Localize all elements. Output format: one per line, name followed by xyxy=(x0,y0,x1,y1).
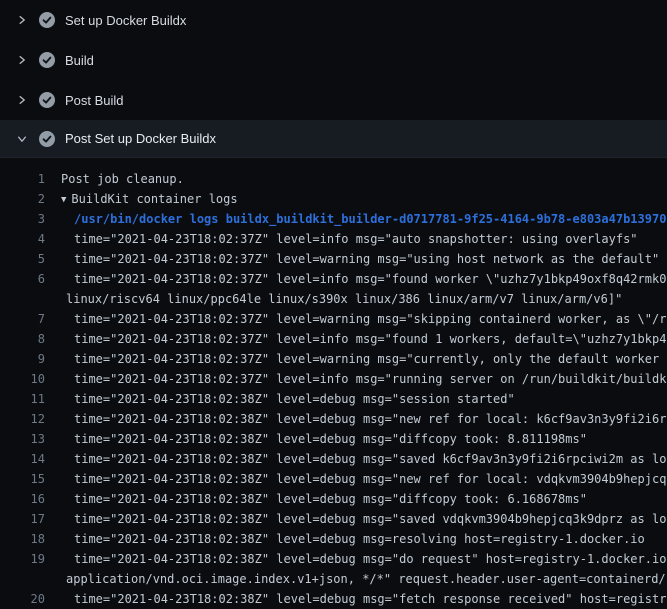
check-circle-icon xyxy=(38,11,56,29)
log-line-text: time="2021-04-23T18:02:37Z" level=info m… xyxy=(45,369,667,389)
log-line: 1 Post job cleanup. xyxy=(0,169,667,189)
line-number[interactable]: 11 xyxy=(0,389,45,409)
chevron-down-icon xyxy=(14,131,30,147)
log-line: 20 time="2021-04-23T18:02:38Z" level=deb… xyxy=(0,589,667,609)
log-line: 7 time="2021-04-23T18:02:37Z" level=warn… xyxy=(0,309,667,329)
log-line-text: /usr/bin/docker logs buildx_buildkit_bui… xyxy=(45,209,666,229)
line-number[interactable]: 2 xyxy=(0,189,45,209)
log-lines: 1 Post job cleanup. 2 ▼BuildKit containe… xyxy=(0,158,667,609)
log-line-text: time="2021-04-23T18:02:37Z" level=warnin… xyxy=(45,249,659,269)
check-circle-icon xyxy=(38,130,56,148)
line-number[interactable]: 16 xyxy=(0,489,45,509)
line-number[interactable]: 8 xyxy=(0,329,45,349)
log-line: 4 time="2021-04-23T18:02:37Z" level=info… xyxy=(0,229,667,249)
log-line-text: time="2021-04-23T18:02:37Z" level=info m… xyxy=(45,229,638,249)
step-label: Post Build xyxy=(65,94,124,107)
log-line-text: linux/riscv64 linux/ppc64le linux/s390x … xyxy=(45,289,622,309)
step-label: Set up Docker Buildx xyxy=(65,14,186,27)
log-line-text: time="2021-04-23T18:02:37Z" level=warnin… xyxy=(45,309,667,329)
log-line: 3 /usr/bin/docker logs buildx_buildkit_b… xyxy=(0,209,667,229)
line-number[interactable]: 5 xyxy=(0,249,45,269)
line-number[interactable]: 14 xyxy=(0,449,45,469)
log-line: 8 time="2021-04-23T18:02:37Z" level=info… xyxy=(0,329,667,349)
line-number[interactable]: 6 xyxy=(0,269,45,289)
line-number[interactable]: 7 xyxy=(0,309,45,329)
log-line: application/vnd.oci.image.index.v1+json,… xyxy=(0,569,667,589)
chevron-right-icon xyxy=(14,52,30,68)
log-line: 11 time="2021-04-23T18:02:38Z" level=deb… xyxy=(0,389,667,409)
log-line: 19 time="2021-04-23T18:02:38Z" level=deb… xyxy=(0,549,667,569)
log-line-text: time="2021-04-23T18:02:38Z" level=debug … xyxy=(45,469,667,489)
log-line-text: time="2021-04-23T18:02:38Z" level=debug … xyxy=(45,549,667,569)
line-number[interactable] xyxy=(0,569,45,589)
line-number[interactable]: 15 xyxy=(0,469,45,489)
log-line: 9 time="2021-04-23T18:02:37Z" level=warn… xyxy=(0,349,667,369)
check-circle-icon xyxy=(38,91,56,109)
step-header-post-build[interactable]: Post Build xyxy=(0,80,667,120)
log-line: 6 time="2021-04-23T18:02:37Z" level=info… xyxy=(0,269,667,289)
log-line-text: time="2021-04-23T18:02:37Z" level=warnin… xyxy=(45,349,667,369)
line-number[interactable]: 18 xyxy=(0,529,45,549)
line-number[interactable]: 12 xyxy=(0,409,45,429)
log-line-text: time="2021-04-23T18:02:37Z" level=info m… xyxy=(45,329,667,349)
log-line-text: time="2021-04-23T18:02:38Z" level=debug … xyxy=(45,489,587,509)
step-header-build[interactable]: Build xyxy=(0,40,667,80)
step-label: Post Set up Docker Buildx xyxy=(65,132,216,145)
log-line-text: time="2021-04-23T18:02:37Z" level=info m… xyxy=(45,269,667,289)
line-number[interactable]: 13 xyxy=(0,429,45,449)
chevron-right-icon xyxy=(14,12,30,28)
log-line-text: application/vnd.oci.image.index.v1+json,… xyxy=(45,569,667,589)
log-line: 5 time="2021-04-23T18:02:37Z" level=warn… xyxy=(0,249,667,269)
log-line-text: time="2021-04-23T18:02:38Z" level=debug … xyxy=(45,589,667,609)
check-circle-icon xyxy=(38,51,56,69)
log-line-text: time="2021-04-23T18:02:38Z" level=debug … xyxy=(45,509,667,529)
group-collapse-marker-icon: ▼ xyxy=(61,190,66,209)
step-header-post-set-up-docker-buildx[interactable]: Post Set up Docker Buildx xyxy=(0,120,667,158)
line-number[interactable]: 20 xyxy=(0,589,45,609)
log-line: 10 time="2021-04-23T18:02:37Z" level=inf… xyxy=(0,369,667,389)
line-number[interactable]: 1 xyxy=(0,169,45,189)
workflow-steps: Set up Docker Buildx Build Post Build Po… xyxy=(0,0,667,158)
log-line-text: time="2021-04-23T18:02:38Z" level=debug … xyxy=(45,529,645,549)
log-line-text: time="2021-04-23T18:02:38Z" level=debug … xyxy=(45,449,667,469)
log-line: 16 time="2021-04-23T18:02:38Z" level=deb… xyxy=(0,489,667,509)
line-number[interactable]: 9 xyxy=(0,349,45,369)
line-number[interactable]: 17 xyxy=(0,509,45,529)
log-line-text: time="2021-04-23T18:02:38Z" level=debug … xyxy=(45,429,587,449)
line-number[interactable]: 19 xyxy=(0,549,45,569)
line-number[interactable] xyxy=(0,289,45,309)
log-line: 18 time="2021-04-23T18:02:38Z" level=deb… xyxy=(0,529,667,549)
log-line: 12 time="2021-04-23T18:02:38Z" level=deb… xyxy=(0,409,667,429)
line-number[interactable]: 4 xyxy=(0,229,45,249)
log-line: 13 time="2021-04-23T18:02:38Z" level=deb… xyxy=(0,429,667,449)
step-header-set-up-docker-buildx[interactable]: Set up Docker Buildx xyxy=(0,0,667,40)
line-number[interactable]: 3 xyxy=(0,209,45,229)
log-line: 2 ▼BuildKit container logs xyxy=(0,189,667,209)
log-line: linux/riscv64 linux/ppc64le linux/s390x … xyxy=(0,289,667,309)
step-label: Build xyxy=(65,54,94,67)
log-line-text: time="2021-04-23T18:02:38Z" level=debug … xyxy=(45,389,515,409)
log-line: 17 time="2021-04-23T18:02:38Z" level=deb… xyxy=(0,509,667,529)
log-line: 14 time="2021-04-23T18:02:38Z" level=deb… xyxy=(0,449,667,469)
log-line-text: time="2021-04-23T18:02:38Z" level=debug … xyxy=(45,409,667,429)
log-line-text: Post job cleanup. xyxy=(45,169,184,189)
log-group-toggle[interactable]: ▼BuildKit container logs xyxy=(45,189,238,209)
line-number[interactable]: 10 xyxy=(0,369,45,389)
log-line: 15 time="2021-04-23T18:02:38Z" level=deb… xyxy=(0,469,667,489)
chevron-right-icon xyxy=(14,92,30,108)
